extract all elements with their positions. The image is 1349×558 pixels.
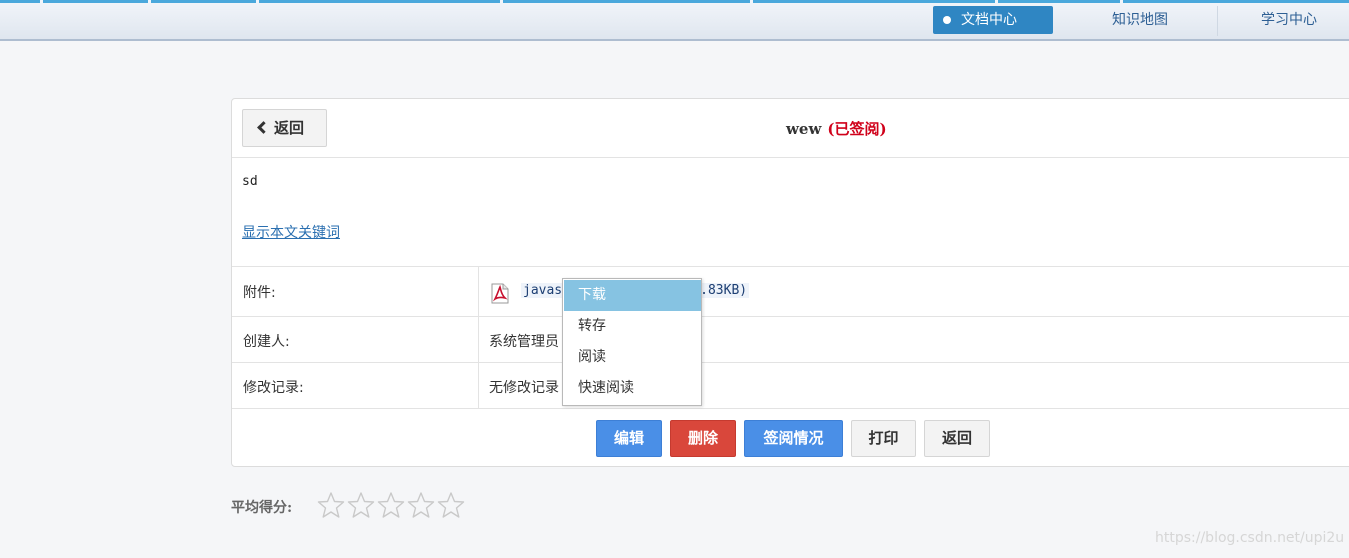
column-divider bbox=[478, 267, 479, 316]
column-divider bbox=[478, 363, 479, 408]
star-icon[interactable] bbox=[437, 491, 465, 519]
menu-item-download[interactable]: 下载 bbox=[564, 280, 701, 311]
attachment-label: 附件: bbox=[243, 285, 276, 301]
back-bottom-button[interactable]: 返回 bbox=[924, 420, 990, 457]
delete-button[interactable]: 删除 bbox=[670, 420, 736, 457]
nav-tab-learning-center[interactable]: 学习中心 bbox=[1229, 6, 1349, 34]
strip-separator bbox=[1120, 0, 1123, 3]
column-divider bbox=[478, 317, 479, 362]
action-bar: 编辑 删除 签阅情况 打印 返回 bbox=[232, 408, 1349, 468]
nav-tab-document-center[interactable]: 文档中心 bbox=[933, 6, 1053, 34]
sign-status-button[interactable]: 签阅情况 bbox=[744, 420, 843, 457]
creator-label: 创建人: bbox=[243, 334, 290, 350]
pdf-file-icon bbox=[491, 283, 509, 304]
creator-value: 系统管理员 bbox=[489, 334, 559, 350]
top-nav-bar: 文档中心 知识地图 学习中心 bbox=[0, 0, 1349, 41]
nav-tab-label: 文档中心 bbox=[961, 12, 1017, 28]
menu-item-save-as[interactable]: 转存 bbox=[564, 311, 701, 342]
nav-divider bbox=[1217, 6, 1218, 36]
star-icon[interactable] bbox=[377, 491, 405, 519]
document-title: wew (已签阅) bbox=[786, 118, 887, 139]
back-button[interactable]: 返回 bbox=[242, 109, 327, 147]
document-header: 返回 wew (已签阅) bbox=[232, 99, 1349, 158]
attachment-file-size: .83KB) bbox=[700, 283, 748, 298]
star-icon[interactable] bbox=[407, 491, 435, 519]
attachment-file-name: javas bbox=[523, 283, 563, 298]
document-card: 返回 wew (已签阅) sd 显示本文关键词 附件: javas .83KB) 创… bbox=[231, 98, 1349, 467]
nav-tab-label: 知识地图 bbox=[1112, 12, 1168, 28]
attachment-row: 附件: javas .83KB) bbox=[232, 266, 1349, 316]
strip-separator bbox=[148, 0, 151, 3]
history-row: 修改记录: 无修改记录 bbox=[232, 362, 1349, 408]
strip-separator bbox=[750, 0, 753, 3]
top-accent-strip bbox=[0, 0, 1349, 3]
menu-item-quick-read[interactable]: 快速阅读 bbox=[564, 373, 701, 404]
average-score-label: 平均得分: bbox=[231, 500, 293, 516]
print-button[interactable]: 打印 bbox=[851, 420, 916, 457]
show-keywords-link[interactable]: 显示本文关键词 bbox=[242, 222, 340, 242]
menu-item-read[interactable]: 阅读 bbox=[564, 342, 701, 373]
history-value: 无修改记录 bbox=[489, 380, 559, 396]
watermark: https://blog.csdn.net/upi2u bbox=[1155, 530, 1345, 546]
history-label: 修改记录: bbox=[243, 380, 304, 396]
nav-tab-knowledge-map[interactable]: 知识地图 bbox=[1080, 6, 1200, 34]
nav-tab-label: 学习中心 bbox=[1261, 12, 1317, 28]
document-title-text: wew bbox=[786, 120, 822, 138]
star-icon[interactable] bbox=[317, 491, 345, 519]
star-icon[interactable] bbox=[347, 491, 375, 519]
creator-row: 创建人: 系统管理员 bbox=[232, 316, 1349, 362]
strip-separator bbox=[40, 0, 43, 3]
strip-separator bbox=[500, 0, 503, 3]
strip-separator bbox=[256, 0, 259, 3]
active-dot-icon bbox=[943, 16, 951, 24]
edit-button[interactable]: 编辑 bbox=[596, 420, 662, 457]
chevron-left-icon bbox=[257, 121, 270, 134]
attachment-context-menu: 下载 转存 阅读 快速阅读 bbox=[562, 278, 702, 406]
back-button-label: 返回 bbox=[274, 119, 305, 137]
sign-status-badge: (已签阅) bbox=[827, 120, 887, 138]
document-content: sd bbox=[242, 174, 258, 189]
strip-separator bbox=[995, 0, 998, 3]
